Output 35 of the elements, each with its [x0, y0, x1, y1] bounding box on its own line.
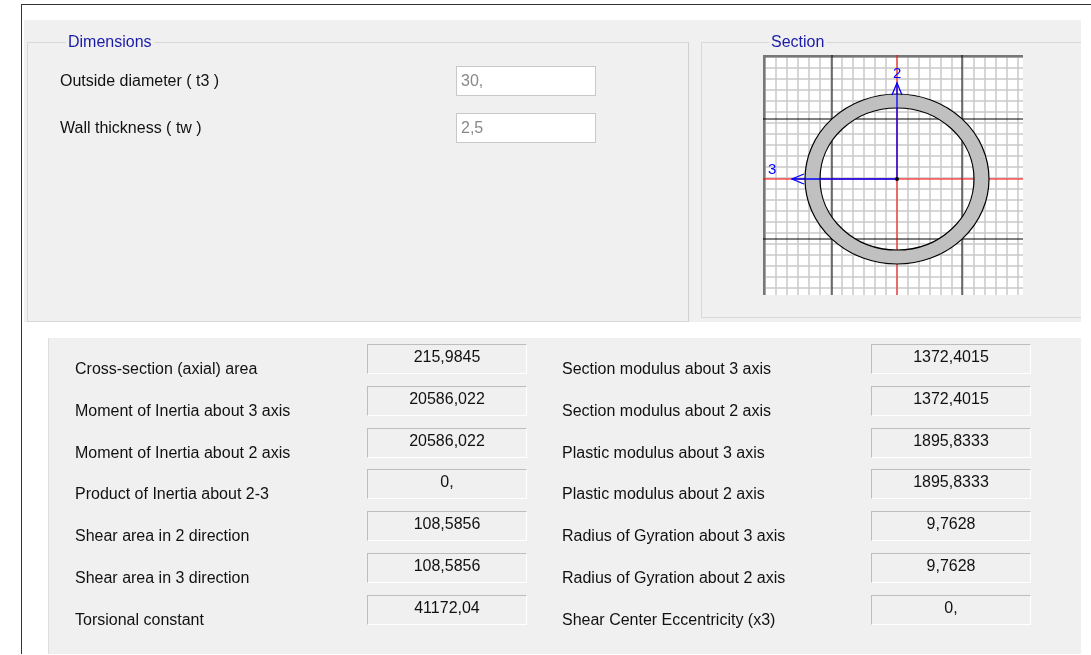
property-value: 1895,8333: [871, 427, 1031, 458]
property-label: Radius of Gyration about 2 axis: [562, 569, 787, 587]
property-value: 20586,022: [367, 427, 527, 458]
property-value: 9,7628: [871, 553, 1031, 583]
property-value: 0,: [871, 594, 1031, 625]
property-label: Section modulus about 2 axis: [562, 401, 772, 420]
property-value: 0,: [367, 469, 527, 500]
property-label: Cross-section (axial) area: [75, 360, 259, 378]
property-label: Torsional constant: [75, 610, 205, 629]
property-label: Section modulus about 3 axis: [562, 360, 772, 378]
input-field[interactable]: 30,: [456, 65, 596, 96]
property-value: 108,5856: [367, 511, 527, 542]
field-label: Outside diameter ( t3 ): [60, 71, 221, 90]
group-title: Dimensions: [67, 33, 153, 51]
property-label: Shear area in 2 direction: [75, 527, 251, 546]
group-title: Section: [770, 33, 826, 51]
property-label: Plastic modulus about 2 axis: [562, 485, 766, 504]
property-value: 1372,4015: [871, 385, 1031, 416]
field-label: Wall thickness ( tw ): [60, 118, 203, 137]
property-label: Radius of Gyration about 3 axis: [562, 527, 787, 546]
property-value: 41172,04: [367, 594, 527, 625]
property-label: Moment of Inertia about 3 axis: [75, 401, 292, 420]
property-label: Plastic modulus about 3 axis: [562, 443, 766, 462]
axis-label: 3: [768, 160, 777, 177]
property-value: 1372,4015: [871, 344, 1031, 374]
property-label: Moment of Inertia about 2 axis: [75, 443, 292, 462]
property-value: 108,5856: [367, 553, 527, 583]
input-field[interactable]: 2,5: [456, 112, 596, 143]
property-label: Product of Inertia about 2-3: [75, 485, 270, 504]
property-value: 9,7628: [871, 511, 1031, 542]
property-label: Shear Center Eccentricity (x3): [562, 610, 777, 629]
property-value: 1895,8333: [871, 469, 1031, 500]
property-value: 20586,022: [367, 385, 527, 416]
property-value: 215,9845: [367, 344, 527, 374]
property-label: Shear area in 3 direction: [75, 569, 251, 587]
